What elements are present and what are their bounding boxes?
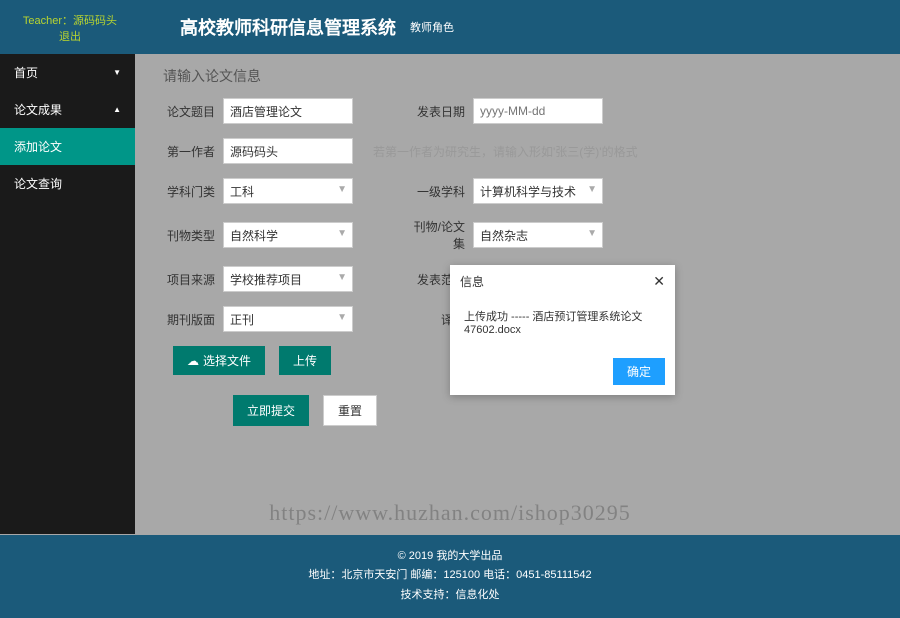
nav-add-paper[interactable]: 添加论文 [0, 128, 135, 165]
submit-row: 立即提交 重置 [233, 395, 872, 426]
select-file-label: 选择文件 [203, 352, 251, 369]
modal-title: 信息 [460, 273, 484, 290]
confirm-label: 确定 [627, 365, 651, 379]
teacher-info: Teacher：源码码头 退出 [10, 12, 130, 44]
reset-label: 重置 [338, 402, 362, 419]
label-date: 发表日期 [413, 103, 473, 120]
modal-body: 上传成功 ----- 酒店预订管理系统论文47602.docx [450, 298, 675, 352]
row-author: 第一作者 若第一作者为研究生，请输入形如'张三(学)'的格式 [163, 138, 872, 164]
input-date[interactable] [473, 98, 603, 124]
caret-down-icon: ▼ [113, 68, 121, 77]
nav-home-label: 首页 [14, 64, 38, 81]
footer-support: 技术支持：信息化处 [0, 586, 900, 606]
watermark: https://www.huzhan.com/ishop30295 [269, 500, 631, 526]
upload-button[interactable]: 上传 [279, 346, 331, 375]
sidebar: 首页 ▼ 论文成果 ▲ 添加论文 论文查询 [0, 54, 135, 534]
select-file-button[interactable]: ☁ 选择文件 [173, 346, 265, 375]
footer: © 2019 我的大学出品 地址：北京市天安门 邮编：125100 电话：045… [0, 535, 900, 618]
page-title: 请输入论文信息 [163, 66, 872, 86]
nav-query-paper-label: 论文查询 [14, 175, 62, 192]
logout-link[interactable]: 退出 [10, 28, 130, 44]
row-subject: 学科门类 ▼ 一级学科 ▼ [163, 178, 872, 204]
label-page: 期刊版面 [163, 311, 223, 328]
author-hint: 若第一作者为研究生，请输入形如'张三(学)'的格式 [373, 143, 638, 160]
label-journal-type: 刊物类型 [163, 227, 223, 244]
label-author: 第一作者 [163, 143, 223, 160]
nav-papers[interactable]: 论文成果 ▲ [0, 91, 135, 128]
row-title: 论文题目 发表日期 [163, 98, 872, 124]
select-project-src[interactable] [223, 266, 353, 292]
label-journal-name: 刊物/论文集 [413, 218, 473, 252]
modal-header: 信息 ✕ [450, 265, 675, 298]
confirm-button[interactable]: 确定 [613, 358, 665, 385]
select-subject-cat[interactable] [223, 178, 353, 204]
select-subject[interactable] [473, 178, 603, 204]
label-subject: 一级学科 [413, 183, 473, 200]
footer-address: 地址：北京市天安门 邮编：125100 电话：0451-85111542 [0, 566, 900, 586]
cloud-upload-icon: ☁ [187, 354, 199, 368]
submit-button[interactable]: 立即提交 [233, 395, 309, 426]
nav-query-paper[interactable]: 论文查询 [0, 165, 135, 202]
info-modal: 信息 ✕ 上传成功 ----- 酒店预订管理系统论文47602.docx 确定 [450, 265, 675, 395]
submit-label: 立即提交 [247, 402, 295, 419]
header: 高校教师科研信息管理系统 教师角色 [0, 0, 900, 54]
nav-add-paper-label: 添加论文 [14, 138, 62, 155]
teacher-label: Teacher：源码码头 [23, 15, 117, 27]
modal-footer: 确定 [450, 352, 675, 395]
select-journal-type[interactable] [223, 222, 353, 248]
app-title: 高校教师科研信息管理系统 [180, 14, 396, 40]
input-author[interactable] [223, 138, 353, 164]
label-subject-cat: 学科门类 [163, 183, 223, 200]
caret-up-icon: ▲ [113, 105, 121, 114]
select-journal-name[interactable] [473, 222, 603, 248]
reset-button[interactable]: 重置 [323, 395, 377, 426]
close-icon[interactable]: ✕ [653, 273, 665, 290]
label-title: 论文题目 [163, 103, 223, 120]
select-page[interactable] [223, 306, 353, 332]
nav-papers-label: 论文成果 [14, 101, 62, 118]
footer-copyright: © 2019 我的大学出品 [0, 547, 900, 567]
label-project-src: 项目来源 [163, 271, 223, 288]
nav-home[interactable]: 首页 ▼ [0, 54, 135, 91]
role-label: 教师角色 [410, 19, 454, 35]
upload-label: 上传 [293, 352, 317, 369]
input-title[interactable] [223, 98, 353, 124]
row-journal: 刊物类型 ▼ 刊物/论文集 ▼ [163, 218, 872, 252]
